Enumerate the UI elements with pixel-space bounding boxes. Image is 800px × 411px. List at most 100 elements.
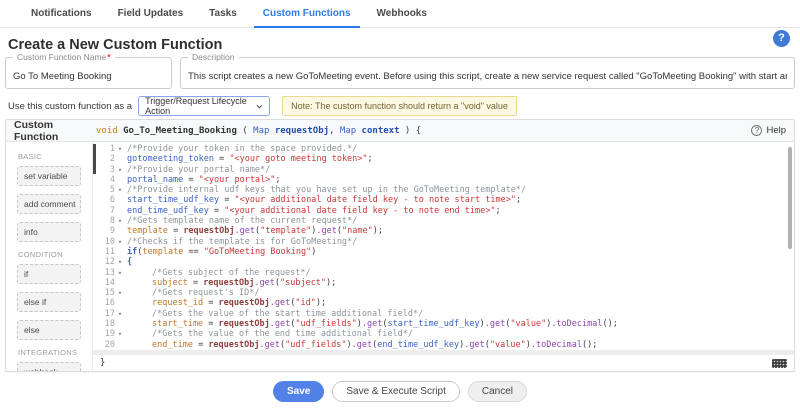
tab-webhooks[interactable]: Webhooks: [364, 0, 440, 27]
fold-arrow-icon[interactable]: ▾: [115, 257, 125, 267]
code-line-4[interactable]: 4portal_name = "<your portal>";: [93, 175, 794, 185]
code-line-11[interactable]: 11if(template == "GoToMeeting Booking"): [93, 247, 794, 257]
code-text: /*Gets template name of the current requ…: [125, 216, 357, 226]
editor-left-grip[interactable]: [93, 144, 96, 174]
form-fields-row: Custom Function Name* Description: [5, 57, 795, 89]
snippet-else[interactable]: else: [17, 320, 81, 340]
signature-token: Map: [340, 126, 356, 136]
code-line-12[interactable]: 12▾{: [93, 257, 794, 267]
code-line-13[interactable]: 13▾/*Gets subject of the request*/: [93, 268, 794, 278]
tab-custom-functions[interactable]: Custom Functions: [250, 0, 364, 27]
usage-label: Use this custom function as a: [8, 101, 132, 112]
code-text: /*Provide internal udf keys that you hav…: [125, 185, 526, 195]
code-token: .get: [352, 340, 372, 350]
code-line-2[interactable]: 2gotomeeting_token = "<your goto meeting…: [93, 154, 794, 164]
code-line-17[interactable]: 17▾/*Gets the value of the start time ad…: [93, 309, 794, 319]
save-button[interactable]: Save: [273, 381, 324, 402]
keyboard-shortcuts-icon[interactable]: [772, 359, 787, 368]
custom-function-name-input[interactable]: [6, 58, 171, 88]
code-text: gotomeeting_token = "<your goto meeting …: [125, 154, 373, 164]
code-line-5[interactable]: 5▾/*Provide internal udf keys that you h…: [93, 185, 794, 195]
line-number: 16: [93, 298, 115, 308]
custom-function-name-fieldbox: Custom Function Name*: [5, 57, 172, 89]
fold-spacer: [115, 298, 125, 308]
code-token: );: [316, 298, 326, 308]
code-token: ;: [368, 154, 373, 164]
fold-arrow-icon[interactable]: ▾: [115, 329, 125, 339]
signature-token: requestObj: [269, 126, 329, 136]
line-number: 19: [93, 329, 115, 339]
save-execute-script-button[interactable]: Save & Execute Script: [332, 381, 460, 402]
fold-arrow-icon[interactable]: ▾: [115, 309, 125, 319]
code-token: start_time: [152, 319, 203, 329]
vertical-scrollbar[interactable]: [788, 147, 792, 249]
cancel-button[interactable]: Cancel: [468, 381, 527, 402]
code-token: =: [203, 319, 218, 329]
snippet-else-if[interactable]: else if: [17, 292, 81, 312]
description-input[interactable]: [181, 58, 794, 88]
fold-arrow-icon[interactable]: ▾: [115, 216, 125, 226]
code-line-18[interactable]: 18start_time = requestObj.get("udf_field…: [93, 319, 794, 329]
fold-arrow-icon[interactable]: ▾: [115, 237, 125, 247]
code-text: /*Gets subject of the request*/: [125, 268, 311, 278]
code-token: request_id: [152, 298, 203, 308]
code-token: requestObj: [219, 298, 270, 308]
code-line-8[interactable]: 8▾/*Gets template name of the current re…: [93, 216, 794, 226]
snippet-set-variable[interactable]: set variable: [17, 166, 81, 186]
snippet-info[interactable]: info: [17, 222, 81, 242]
closing-brace: }: [100, 358, 105, 368]
code-line-19[interactable]: 19▾ /*Gets the value of the end time addi…: [93, 329, 794, 339]
code-token: .get: [362, 319, 382, 329]
editor-panel-title: Custom Function: [14, 119, 96, 143]
usage-type-select[interactable]: Trigger/Request Lifecycle Action: [138, 96, 270, 116]
code-token: =: [219, 195, 234, 205]
custom-function-name-label: Custom Function Name*: [13, 52, 115, 62]
fold-arrow-icon[interactable]: ▾: [115, 288, 125, 298]
code-line-6[interactable]: 6start_time_udf_key = "<your additional …: [93, 195, 794, 205]
code-line-9[interactable]: 9template = requestObj.get("template").g…: [93, 226, 794, 236]
line-number: 1: [93, 144, 115, 154]
snippet-add-comment[interactable]: add comment: [17, 194, 81, 214]
fold-arrow-icon[interactable]: ▾: [115, 185, 125, 195]
fold-spacer: [115, 175, 125, 185]
code-editor[interactable]: 1▾/*Provide your token in the space prov…: [93, 142, 794, 350]
code-line-7[interactable]: 7end_time_udf_key = "<your additional da…: [93, 206, 794, 216]
code-token: end_time_udf_key: [127, 206, 209, 216]
code-line-20[interactable]: 20end_time = requestObj.get("udf_fields"…: [93, 340, 794, 350]
fold-arrow-icon[interactable]: ▾: [115, 165, 125, 175]
fold-spacer: [115, 206, 125, 216]
editor-help-link[interactable]: ? Help: [751, 125, 786, 136]
tab-notifications[interactable]: Notifications: [18, 0, 105, 27]
tab-tasks[interactable]: Tasks: [196, 0, 250, 27]
fold-spacer: [115, 154, 125, 164]
line-number: 3: [93, 165, 115, 175]
code-text: template = requestObj.get("template").ge…: [125, 226, 383, 236]
line-number: 8: [93, 216, 115, 226]
code-token: "value": [490, 340, 526, 350]
code-line-1[interactable]: 1▾/*Provide your token in the space prov…: [93, 144, 794, 154]
fold-spacer: [115, 247, 125, 257]
code-token: /*Gets the value of the end time additio…: [152, 329, 413, 339]
tab-field-updates[interactable]: Field Updates: [105, 0, 197, 27]
code-line-16[interactable]: 16 request_id = requestObj.get("id");: [93, 298, 794, 308]
snippet-webhook[interactable]: webhook: [17, 362, 81, 371]
code-text: start_time = requestObj.get("udf_fields"…: [125, 319, 618, 329]
code-token: "value": [510, 319, 546, 329]
code-line-15[interactable]: 15▾/*Gets request's ID*/: [93, 288, 794, 298]
code-line-3[interactable]: 3▾/*Provide your portal name*/: [93, 165, 794, 175]
fold-arrow-icon[interactable]: ▾: [115, 144, 125, 154]
code-token: .get: [464, 340, 484, 350]
page-help-icon[interactable]: ?: [773, 30, 790, 47]
code-token: "id": [295, 298, 315, 308]
fold-arrow-icon[interactable]: ▾: [115, 268, 125, 278]
function-signature: void Go_To_Meeting_Booking ( Map request…: [96, 126, 751, 136]
code-token: /*Provide your token in the space provid…: [127, 144, 357, 154]
code-line-10[interactable]: 10▾/*Checks if the template is for GoToM…: [93, 237, 794, 247]
line-number: 10: [93, 237, 115, 247]
line-number: 11: [93, 247, 115, 257]
code-line-14[interactable]: 14subject = requestObj.get("subject");: [93, 278, 794, 288]
snippet-if[interactable]: if: [17, 264, 81, 284]
line-number: 6: [93, 195, 115, 205]
code-text: request_id = requestObj.get("id");: [125, 298, 326, 308]
custom-function-editor-panel: Custom Function void Go_To_Meeting_Booki…: [5, 119, 795, 372]
